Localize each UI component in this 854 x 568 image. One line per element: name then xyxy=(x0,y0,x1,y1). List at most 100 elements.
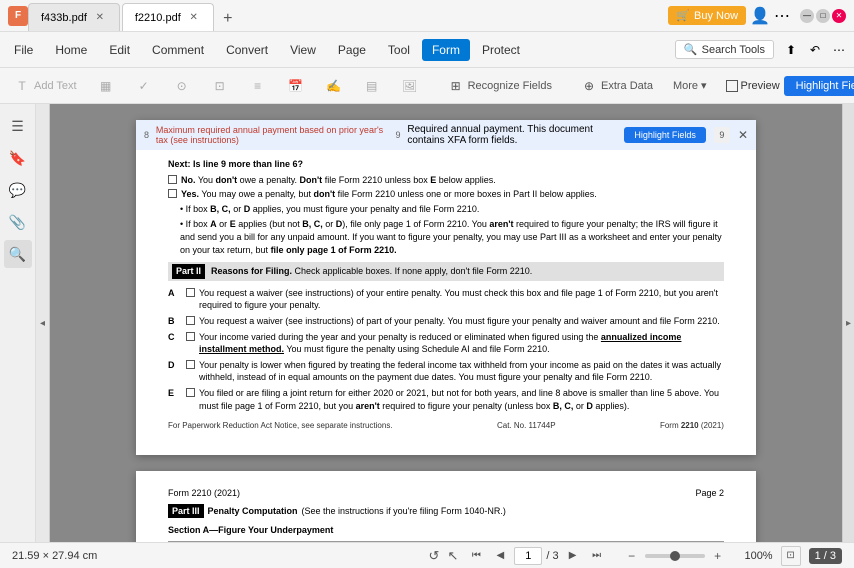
recognize-fields-label: Recognize Fields xyxy=(468,80,552,92)
menu-comment[interactable]: Comment xyxy=(142,39,214,61)
undo-icon[interactable]: ↶ xyxy=(804,39,826,61)
barcode-tool-button[interactable]: ▤ xyxy=(354,73,390,99)
next-page-button[interactable]: ▶ xyxy=(563,546,583,566)
tab-f2210-close[interactable]: ✕ xyxy=(187,11,201,25)
user-icon[interactable]: 👤 xyxy=(750,6,770,26)
page-count: / 3 xyxy=(546,550,558,562)
pdf-page-1: 8 Maximum required annual payment based … xyxy=(136,120,756,455)
checkbox-a[interactable] xyxy=(186,288,195,297)
menu-tool[interactable]: Tool xyxy=(378,39,420,61)
more-menu-icon[interactable]: ⋯ xyxy=(828,39,850,61)
xfa-row-8-text: Maximum required annual payment based on… xyxy=(156,125,384,145)
zoom-in-button[interactable]: + xyxy=(709,547,727,565)
list-tool-button[interactable]: ≡ xyxy=(240,73,276,99)
extra-data-button[interactable]: ⊕ Extra Data xyxy=(571,73,662,99)
footnote-left: For Paperwork Reduction Act Notice, see … xyxy=(168,420,393,431)
image-tool-button[interactable]: 🖼 xyxy=(392,73,428,99)
zoom-out-button[interactable]: − xyxy=(623,547,641,565)
recognize-icon: ⊞ xyxy=(447,77,465,95)
menu-home[interactable]: Home xyxy=(45,39,97,61)
share-icon[interactable]: ⬆ xyxy=(780,39,802,61)
check-tool-button[interactable]: ✓ xyxy=(126,73,162,99)
preview-checkbox[interactable]: Preview xyxy=(726,80,780,92)
search-tools-button[interactable]: 🔍 Search Tools xyxy=(675,40,774,59)
left-panel-collapse[interactable]: ◂ xyxy=(36,104,50,542)
checkbox-d[interactable] xyxy=(186,360,195,369)
tab-f433b[interactable]: f433b.pdf ✕ xyxy=(28,3,120,31)
current-page-input[interactable] xyxy=(514,547,542,565)
rotate-left-icon[interactable]: ↺ xyxy=(429,548,440,564)
menu-protect[interactable]: Protect xyxy=(472,39,530,61)
section-a-title: Section A—Figure Your Underpayment xyxy=(168,524,724,537)
menu-edit[interactable]: Edit xyxy=(99,39,140,61)
sidebar-icon-bookmarks[interactable]: 🔖 xyxy=(4,144,32,172)
part2-header-row: Part II Reasons for Filing. Check applic… xyxy=(168,262,724,281)
sidebar-icon-attachments[interactable]: 📎 xyxy=(4,208,32,236)
zoom-thumb xyxy=(670,551,680,561)
content-area[interactable]: 8 Maximum required annual payment based … xyxy=(50,104,842,542)
footnote-cat: Cat. No. 11744P xyxy=(497,420,556,431)
page2-header: Form 2210 (2021) Page 2 xyxy=(168,487,724,500)
highlight-fields-inline-button[interactable]: Highlight Fields xyxy=(624,127,706,143)
cursor-icon[interactable]: ↖ xyxy=(447,548,458,564)
menu-file[interactable]: File xyxy=(4,39,43,61)
close-button[interactable]: ✕ xyxy=(832,9,846,23)
part3-header: Part III xyxy=(168,504,204,519)
preview-label: Preview xyxy=(741,80,780,92)
recognize-fields-button[interactable]: ⊞ Recognize Fields xyxy=(438,73,561,99)
page1-content: Next: Is line 9 more than line 6? No. Yo… xyxy=(168,158,724,431)
sidebar-icon-search[interactable]: 🔍 xyxy=(4,240,32,268)
select-tool-button[interactable]: ▦ xyxy=(88,73,124,99)
zoom-slider[interactable] xyxy=(645,554,705,558)
buy-now-button[interactable]: 🛒 Buy Now xyxy=(668,6,746,25)
bullet-bc: • If box B, C, or D applies, you must fi… xyxy=(180,203,724,216)
xfa-notice-close[interactable]: ✕ xyxy=(738,128,748,142)
checkbox-no[interactable] xyxy=(168,175,177,184)
fit-page-button[interactable]: ⊡ xyxy=(781,546,801,566)
page-dimensions: 21.59 × 27.94 cm xyxy=(12,550,97,562)
checkbox-e[interactable] xyxy=(186,388,195,397)
page2-content: Form 2210 (2021) Page 2 Part III Penalty… xyxy=(168,487,724,542)
menu-convert[interactable]: Convert xyxy=(216,39,278,61)
first-page-button[interactable]: ⏮ xyxy=(466,546,486,566)
checkbox-b[interactable] xyxy=(186,316,195,325)
circle-tool-button[interactable]: ⊙ xyxy=(164,73,200,99)
field-tool-button[interactable]: ⊡ xyxy=(202,73,238,99)
right-panel-collapse[interactable]: ▸ xyxy=(842,104,854,542)
highlight-fields-button[interactable]: Highlight Fields xyxy=(784,76,854,96)
choice-no: No. You don't owe a penalty. Don't file … xyxy=(168,174,724,187)
sign-tool-button[interactable]: ✍ xyxy=(316,73,352,99)
prev-page-button[interactable]: ◀ xyxy=(490,546,510,566)
more-button[interactable]: More ▾ xyxy=(664,75,716,96)
search-tools-label: Search Tools xyxy=(702,44,765,56)
checkbox-c[interactable] xyxy=(186,332,195,341)
sidebar-icon-pages[interactable]: ☰ xyxy=(4,112,32,140)
page1-footnote: For Paperwork Reduction Act Notice, see … xyxy=(168,420,724,431)
menu-page[interactable]: Page xyxy=(328,39,376,61)
title-bar: F f433b.pdf ✕ f2210.pdf ✕ + 🛒 Buy Now 👤 … xyxy=(0,0,854,32)
part3-header-row: Part III Penalty Computation (See the in… xyxy=(168,504,724,519)
page2-page-label: Page 2 xyxy=(695,487,724,500)
tab-f433b-close[interactable]: ✕ xyxy=(93,11,107,25)
tab-f2210[interactable]: f2210.pdf ✕ xyxy=(122,3,214,31)
tab-f433b-label: f433b.pdf xyxy=(41,12,87,24)
payment-table: Payment Due Dates (a)4/15/21 (b)6/15/21 … xyxy=(168,541,724,542)
minimize-button[interactable]: — xyxy=(800,9,814,23)
add-tab-button[interactable]: + xyxy=(216,7,240,31)
next-question: Next: Is line 9 more than line 6? xyxy=(168,158,724,171)
letter-c: C xyxy=(168,331,178,344)
last-page-button[interactable]: ⏭ xyxy=(587,546,607,566)
more-options-icon[interactable]: ⋯ xyxy=(774,6,790,26)
letter-d: D xyxy=(168,359,178,372)
row-8-indicator: 8 xyxy=(144,130,150,140)
checkbox-yes[interactable] xyxy=(168,189,177,198)
menu-view[interactable]: View xyxy=(280,39,326,61)
circle-icon: ⊙ xyxy=(173,77,191,95)
maximize-button[interactable]: □ xyxy=(816,9,830,23)
add-text-button[interactable]: T Add Text xyxy=(4,73,86,99)
sidebar-icon-comments[interactable]: 💬 xyxy=(4,176,32,204)
date-tool-button[interactable]: 📅 xyxy=(278,73,314,99)
xfa-notice-left: 8 Maximum required annual payment based … xyxy=(144,124,624,146)
choice-yes-text: Yes. You may owe a penalty, but don't fi… xyxy=(181,188,597,201)
menu-form[interactable]: Form xyxy=(422,39,470,61)
